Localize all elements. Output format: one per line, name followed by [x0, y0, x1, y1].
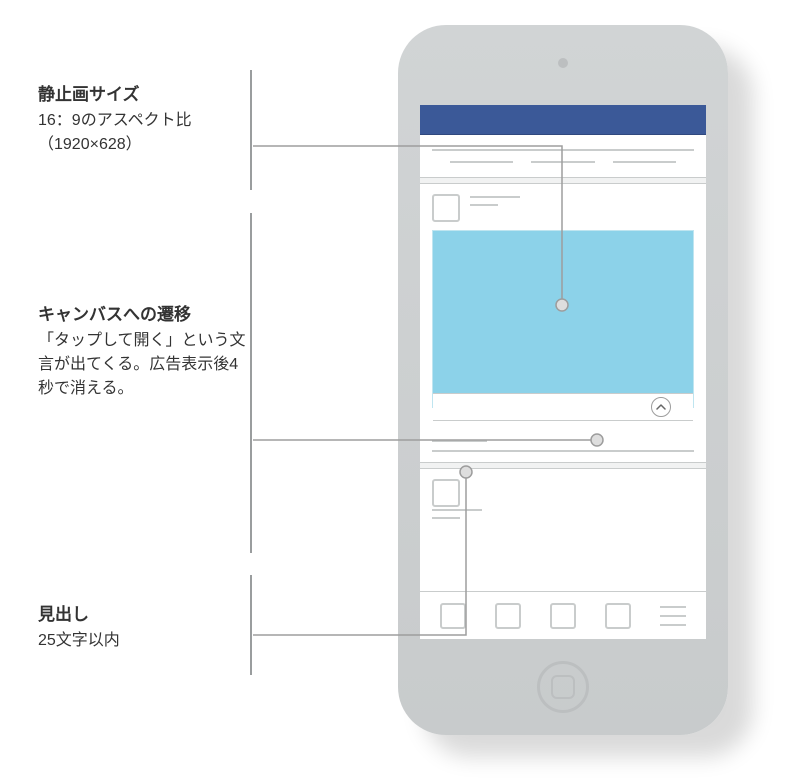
hamburger-menu-icon[interactable]	[660, 606, 686, 626]
feed-divider	[420, 462, 706, 469]
phone-camera-dot	[558, 58, 568, 68]
nav-item-4[interactable]	[605, 603, 631, 629]
nav-item-3[interactable]	[550, 603, 576, 629]
ad-still-image-area[interactable]	[432, 230, 694, 408]
ad-headline-area	[420, 434, 706, 462]
avatar-placeholder	[432, 479, 460, 507]
bottom-nav	[420, 591, 706, 639]
app-topbar	[420, 105, 706, 135]
bracket-canvas-transition	[250, 213, 252, 553]
annotation-title: 静止画サイズ	[38, 80, 248, 105]
bracket-headline	[250, 575, 252, 675]
annotation-canvas-transition: キャンバスへの遷移 「タップして開く」という文言が出てくる。広告表示後4秒で消え…	[38, 300, 248, 401]
home-button[interactable]	[537, 661, 589, 713]
nav-item-2[interactable]	[495, 603, 521, 629]
feed-divider	[420, 177, 706, 184]
headline-placeholder-line	[432, 440, 487, 442]
annotation-body-line1: 16：9のアスペクト比	[38, 109, 248, 133]
annotation-title: キャンバスへの遷移	[38, 300, 248, 325]
annotation-body-line2: （1920×628）	[38, 133, 248, 157]
feed-header-wireframe	[420, 135, 706, 177]
annotation-title: 見出し	[38, 600, 248, 625]
bracket-still-image	[250, 70, 252, 190]
annotation-headline: 見出し 25文字以内	[38, 600, 248, 653]
ad-card-meta	[432, 194, 694, 222]
diagram-stage: 静止画サイズ 16：9のアスペクト比 （1920×628） キャンバスへの遷移 …	[0, 0, 800, 778]
avatar-placeholder	[432, 194, 460, 222]
chevron-up-icon[interactable]	[651, 397, 671, 417]
ad-card	[420, 184, 706, 410]
phone-screen	[420, 105, 706, 639]
ad-cta-bar[interactable]	[433, 393, 693, 421]
next-card-wireframe	[420, 469, 706, 525]
annotation-body: 「タップして開く」という文言が出てくる。広告表示後4秒で消える。	[38, 329, 248, 401]
nav-item-1[interactable]	[440, 603, 466, 629]
meta-lines	[470, 194, 520, 206]
annotation-body: 25文字以内	[38, 629, 248, 653]
phone-frame	[398, 25, 728, 735]
annotation-still-image: 静止画サイズ 16：9のアスペクト比 （1920×628）	[38, 80, 248, 157]
